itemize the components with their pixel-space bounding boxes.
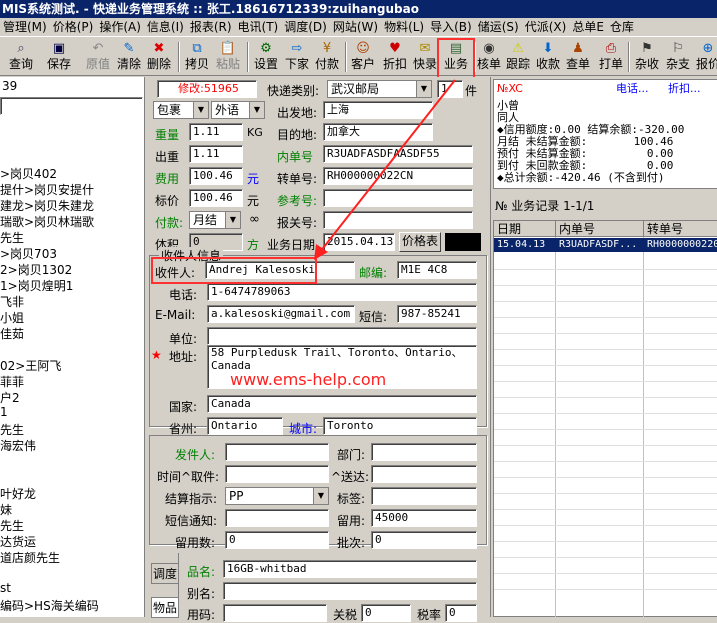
cell-date: 15.04.13	[497, 239, 546, 250]
phone-link[interactable]: 电话...	[616, 83, 649, 94]
cell-transfer-no: RH0000000220	[647, 239, 717, 250]
table-row[interactable]: 15.04.13 R3UADFASDF... RH0000000220	[494, 238, 717, 252]
customer-info-box: №XC 电话... 折扣... 小曾 同人 ◆信用额度:0.00 结算余额:-3…	[493, 79, 717, 189]
info-line: 月结 未结算金额: 100.46	[497, 135, 674, 148]
records-table: 日期 内单号 转单号 15.04.13 R3UADFASDF... RH0000…	[493, 220, 717, 617]
discount-link[interactable]: 折扣...	[668, 83, 701, 94]
info-line: 到付 未回款金额: 0.00	[497, 159, 674, 172]
col-header-transfer-no[interactable]: 转单号	[644, 221, 717, 237]
info-line: ◆信用额度:0.00 结算余额:-320.00	[497, 123, 685, 136]
info-line: 预付 未结算金额: 0.00	[497, 147, 674, 160]
info-line: 小曾	[497, 99, 519, 112]
customer-info-panel: №XC 电话... 折扣... 小曾 同人 ◆信用额度:0.00 结算余额:-3…	[490, 77, 717, 617]
customer-code: №XC	[497, 82, 523, 95]
info-line: 同人	[497, 111, 519, 124]
watermark-text: www.ems-help.com	[230, 370, 387, 389]
records-title: № 业务记录 1-1/1	[495, 199, 595, 213]
info-line: ◆总计余额:-420.46 (不含到付)	[497, 171, 665, 184]
col-header-date[interactable]: 日期	[494, 221, 556, 237]
cell-inner-no: R3UADFASDF...	[559, 239, 638, 250]
col-header-inner-no[interactable]: 内单号	[556, 221, 644, 237]
